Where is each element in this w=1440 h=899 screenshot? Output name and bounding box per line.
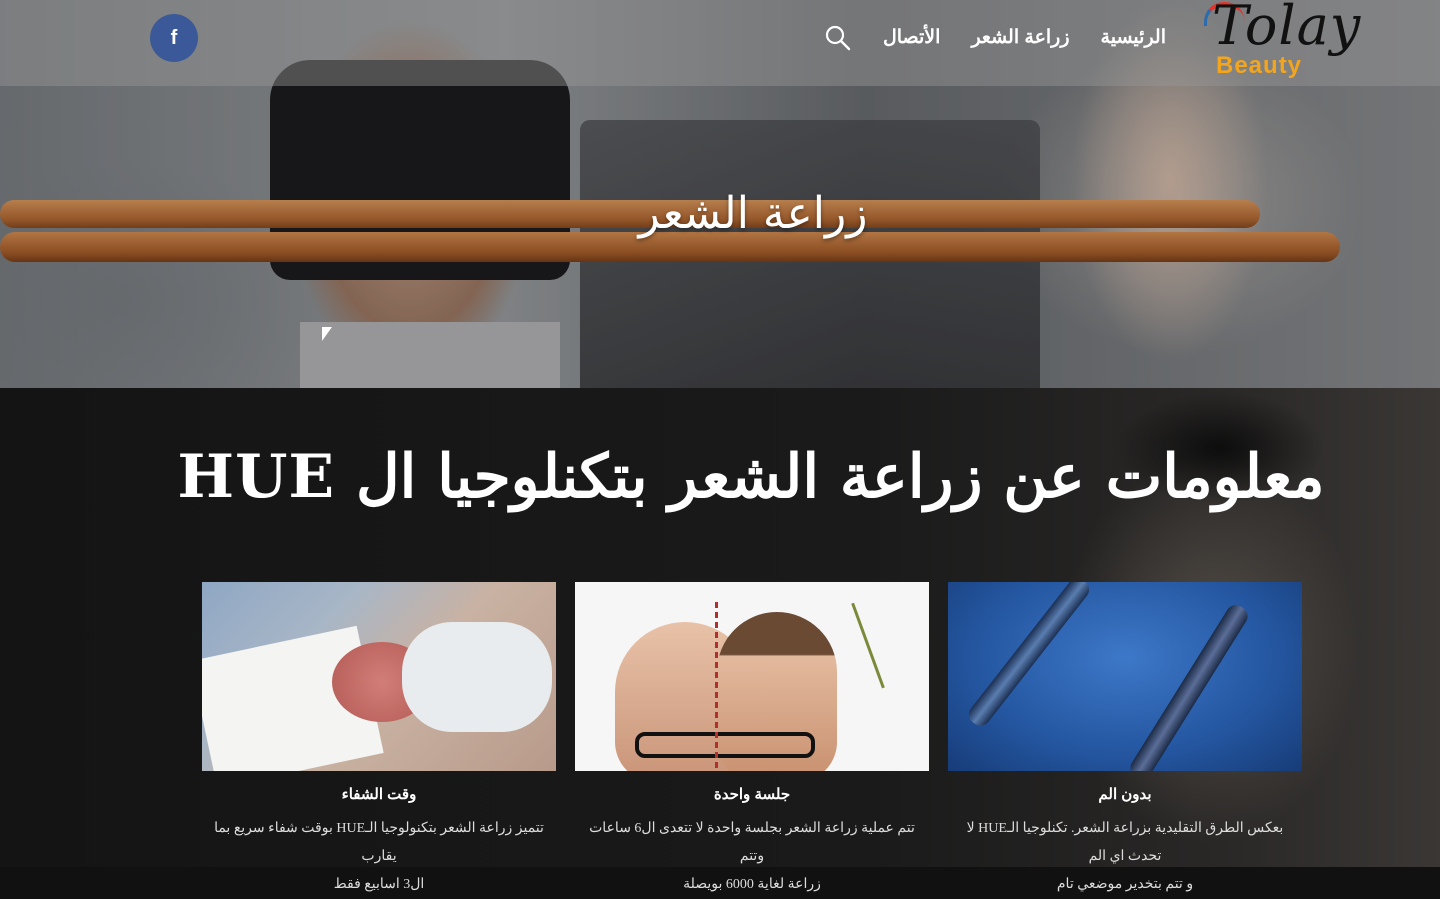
card-caption: بدون الم <box>1098 786 1152 803</box>
nav-item-contact[interactable]: الأتصال <box>883 26 940 50</box>
section-title-text: معلومات عن زراعة الشعر بتكنلوجيا ال HUE <box>177 442 1325 512</box>
surgeon-glove <box>402 622 552 732</box>
site-logo[interactable]: Tolay Beauty <box>1200 0 1360 86</box>
divider-line <box>715 602 718 771</box>
facebook-icon[interactable]: f <box>150 14 198 62</box>
search-icon[interactable] <box>824 24 852 52</box>
card-description: بعكس الطرق التقليدية بزراعة الشعر. تكنلو… <box>948 815 1302 899</box>
card-description: تتم عملية زراعة الشعر بجلسة واحدة لا تتع… <box>575 815 929 899</box>
card-caption: وقت الشفاء <box>341 786 417 803</box>
site-header: f الرئيسية زراعة الشعر الأتصال Tolay Bea… <box>0 0 1440 86</box>
main-nav: الرئيسية زراعة الشعر الأتصال <box>824 24 1166 52</box>
card-description-line: زراعة لغاية 6000 بويصلة <box>683 877 821 892</box>
leaf-decoration <box>851 585 929 689</box>
page-title-text: زراعة الشعر <box>638 188 868 239</box>
card-description-line: ال3 اسابيع فقط <box>333 877 425 892</box>
card-caption: جلسة واحدة <box>713 786 791 803</box>
card-description-line: تتم عملية زراعة الشعر بجلسة واحدة لا تتع… <box>589 821 915 864</box>
nav-item-home[interactable]: الرئيسية <box>1101 26 1166 50</box>
card-description-line: و تتم بتخدير موضعي تام <box>1056 877 1194 892</box>
card-description-line: بعكس الطرق التقليدية بزراعة الشعر. تكنلو… <box>966 821 1284 864</box>
needle-pen <box>1126 601 1252 771</box>
section-title: معلومات عن زراعة الشعر بتكنلوجيا ال HUE <box>0 442 1440 512</box>
logo-subtext: Beauty <box>1216 52 1303 79</box>
glasses <box>635 732 815 758</box>
needle-pen <box>964 582 1094 730</box>
feature-card-one-session: جلسة واحدة تتم عملية زراعة الشعر بجلسة و… <box>575 582 929 899</box>
feature-card-no-pain: بدون الم بعكس الطرق التقليدية بزراعة الش… <box>948 582 1302 899</box>
card-image-needles <box>948 582 1302 771</box>
mouse-cursor-icon <box>322 327 332 341</box>
nav-item-hair-transplant[interactable]: زراعة الشعر <box>971 26 1069 50</box>
page-title: زراعة الشعر <box>0 188 1440 239</box>
card-description-line: تتميز زراعة الشعر بتكنولوجيا الـHUE بوقت… <box>214 821 544 864</box>
feature-card-recovery: وقت الشفاء تتميز زراعة الشعر بتكنولوجيا … <box>202 582 556 899</box>
card-image-surgery <box>202 582 556 771</box>
card-image-before-after <box>575 582 929 771</box>
card-description: تتميز زراعة الشعر بتكنولوجيا الـHUE بوقت… <box>202 815 556 899</box>
logo-text: Tolay <box>1212 0 1362 57</box>
